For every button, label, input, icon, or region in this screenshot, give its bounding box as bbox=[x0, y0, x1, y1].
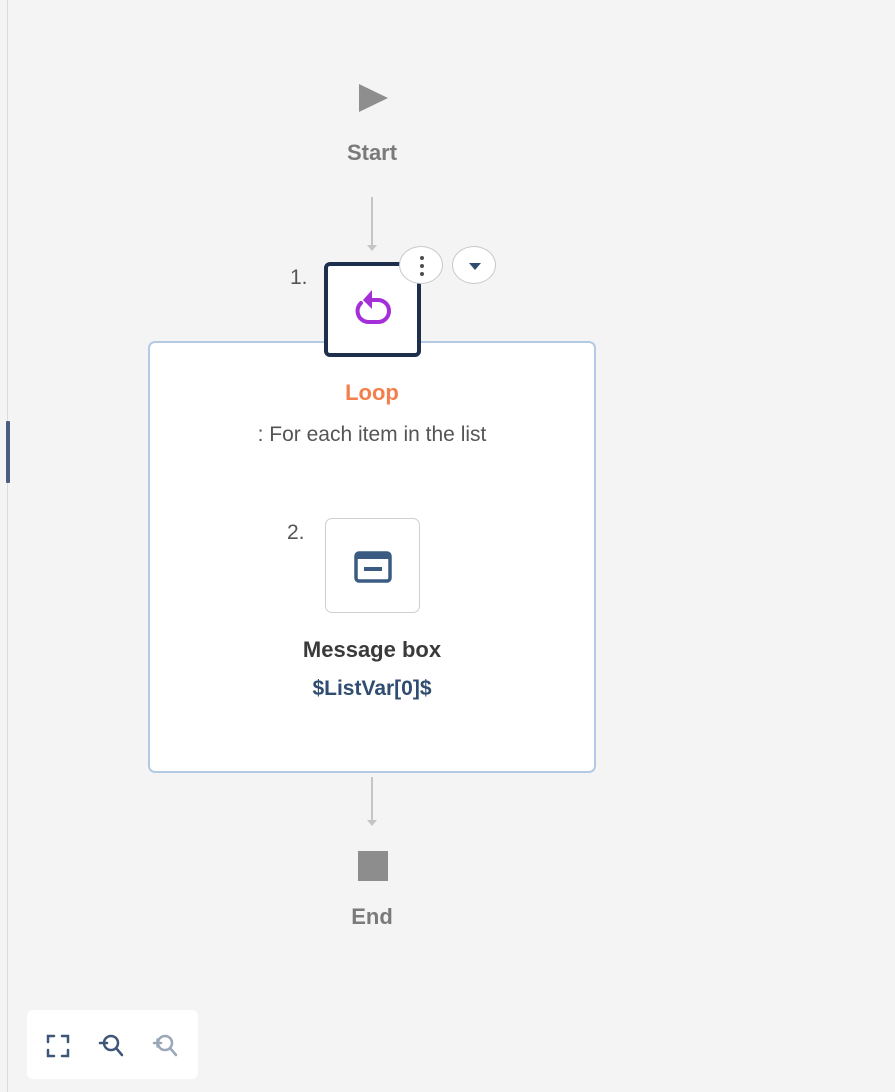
node-dropdown-button[interactable] bbox=[452, 246, 496, 284]
step-number: 2. bbox=[287, 521, 305, 544]
message-box-title: Message box bbox=[302, 637, 442, 662]
end-label: End bbox=[351, 904, 393, 929]
connector-arrow-icon bbox=[367, 820, 377, 826]
panel-resize-handle[interactable] bbox=[6, 421, 10, 483]
zoom-in-icon[interactable] bbox=[151, 1032, 179, 1060]
connector-start-to-loop bbox=[371, 197, 373, 247]
end-stop-icon bbox=[358, 851, 388, 881]
loop-title: Loop bbox=[345, 380, 399, 405]
loop-icon bbox=[355, 290, 391, 324]
message-box-action-node[interactable] bbox=[325, 518, 420, 613]
connector-arrow-icon bbox=[367, 245, 377, 251]
start-label: Start bbox=[346, 140, 398, 165]
loop-subtitle: : For each item in the list bbox=[257, 423, 487, 446]
connector-loop-to-end bbox=[371, 777, 373, 823]
zoom-toolbar bbox=[27, 1010, 198, 1079]
node-more-options-button[interactable] bbox=[399, 246, 443, 284]
start-play-icon bbox=[359, 84, 388, 112]
vertical-dots-icon bbox=[420, 256, 424, 276]
caret-down-icon bbox=[469, 263, 481, 270]
fit-screen-icon[interactable] bbox=[44, 1032, 72, 1060]
message-box-subtitle: $ListVar[0]$ bbox=[312, 677, 432, 700]
message-box-icon bbox=[354, 551, 392, 583]
step-number: 1. bbox=[290, 266, 308, 289]
zoom-out-icon[interactable] bbox=[97, 1032, 125, 1060]
canvas-left-border bbox=[7, 0, 8, 1092]
